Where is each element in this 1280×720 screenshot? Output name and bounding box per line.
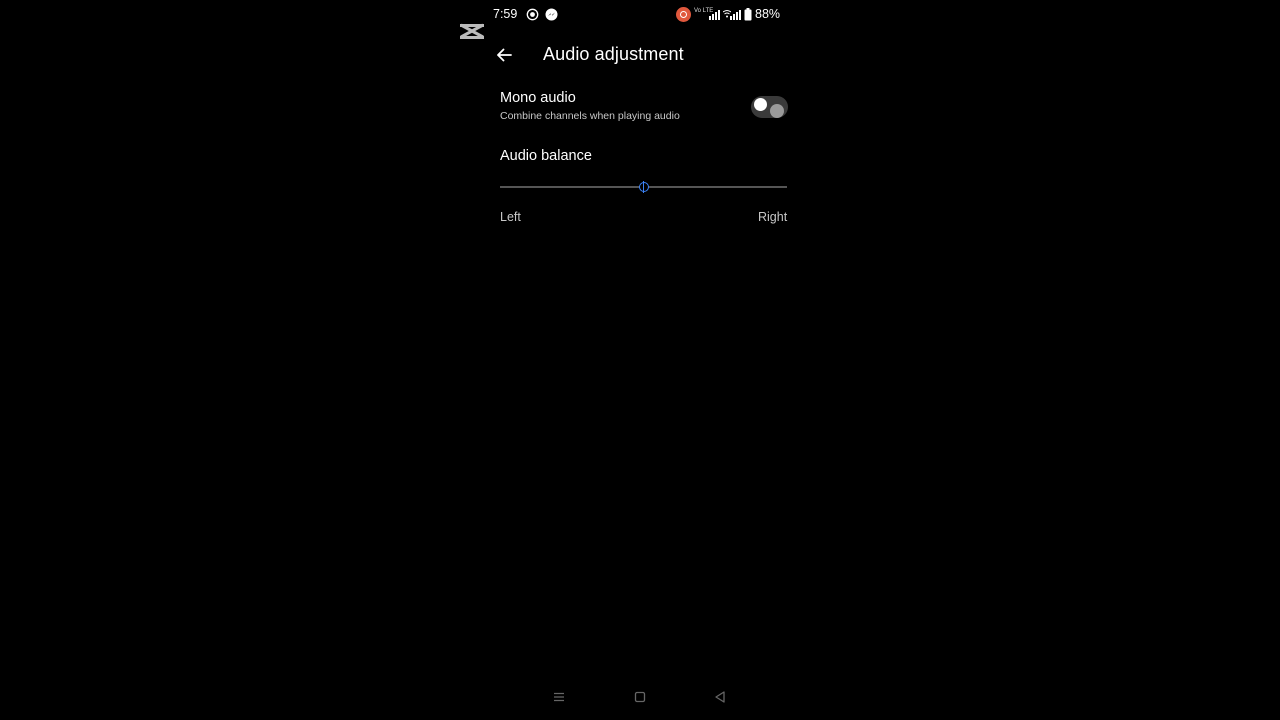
toggle-knob xyxy=(754,98,767,111)
status-bar: 7:59 Vo LTE 88% xyxy=(493,6,783,24)
screen: 7:59 Vo LTE 88% Audio adjustment Mono au… xyxy=(0,0,1280,720)
battery-percentage: 88% xyxy=(755,7,781,21)
page-title: Audio adjustment xyxy=(543,44,684,64)
menu-icon xyxy=(554,692,564,702)
mono-audio-title: Mono audio xyxy=(500,90,576,106)
home-icon xyxy=(634,691,646,703)
mono-audio-setting[interactable]: Mono audio Combine channels when playing… xyxy=(500,89,788,127)
audio-balance-title: Audio balance xyxy=(500,148,592,164)
slider-thumb[interactable] xyxy=(638,181,649,193)
back-button[interactable] xyxy=(493,44,515,66)
arrow-left-icon xyxy=(497,48,512,62)
signal-icon xyxy=(709,9,722,22)
screen-record-icon xyxy=(526,8,539,21)
recording-indicator-icon xyxy=(676,7,691,22)
balance-right-label: Right xyxy=(758,210,788,224)
toggle-knob-shadow xyxy=(770,104,784,118)
signal-icon-2 xyxy=(730,9,743,22)
status-time: 7:59 xyxy=(493,7,518,21)
recent-apps-button[interactable] xyxy=(552,690,566,704)
mono-audio-subtitle: Combine channels when playing audio xyxy=(500,110,680,122)
messenger-icon xyxy=(545,8,558,21)
system-back-button[interactable] xyxy=(713,690,727,704)
home-button[interactable] xyxy=(633,690,647,704)
back-icon xyxy=(715,691,725,703)
balance-left-label: Left xyxy=(500,210,521,224)
audio-balance-slider[interactable] xyxy=(500,178,787,196)
mono-audio-toggle[interactable] xyxy=(751,96,788,118)
app-watermark-logo-icon xyxy=(458,21,486,45)
